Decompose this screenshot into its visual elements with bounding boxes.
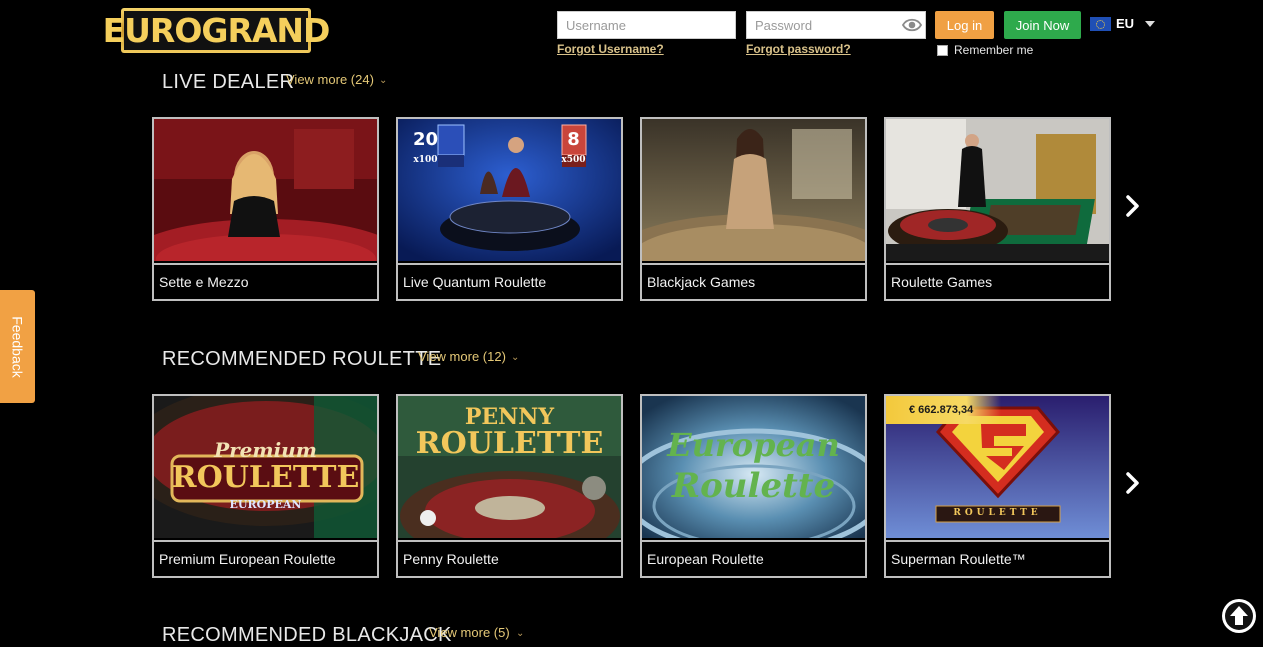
remember-me-checkbox[interactable] [937, 44, 948, 56]
game-thumbnail: Premium ROULETTE EUROPEAN [154, 396, 377, 538]
chevron-down-icon[interactable]: ⌄ [511, 352, 519, 363]
game-card-blackjack-games[interactable]: Blackjack Games [640, 117, 867, 301]
game-card-roulette-games[interactable]: Roulette Games [884, 117, 1111, 301]
eye-icon[interactable] [902, 16, 922, 34]
caret-down-icon [1145, 20, 1156, 27]
section-title-recommended-roulette: RECOMMENDED ROULETTE [162, 348, 442, 370]
game-name: Sette e Mezzo [154, 263, 377, 299]
logo-text: EUROGRAND [102, 11, 330, 50]
join-now-button[interactable]: Join Now [1004, 11, 1081, 39]
art-text: Premium [214, 438, 317, 462]
forgot-password-link[interactable]: Forgot password? [746, 42, 851, 56]
login-button[interactable]: Log in [935, 11, 994, 39]
eurogrand-logo[interactable]: EUROGRAND [102, 8, 330, 53]
game-name: Superman Roulette™ [886, 540, 1109, 576]
art-text: x500 [561, 155, 586, 165]
chevron-right-icon[interactable] [1123, 193, 1143, 219]
feedback-label: Feedback [9, 315, 26, 378]
game-thumbnail: European Roulette [642, 396, 865, 538]
game-thumbnail: 20 x100 8 x500 [398, 119, 621, 261]
game-thumbnail: PENNY ROULETTE [398, 396, 621, 538]
remember-me[interactable]: Remember me [937, 43, 1033, 57]
eu-flag-icon [1090, 16, 1111, 31]
view-more-live-dealer[interactable]: View more (24) [286, 72, 374, 87]
game-card-live-quantum-roulette[interactable]: 20 x100 8 x500 Live Quantum Roulette [396, 117, 623, 301]
view-more-recommended-roulette[interactable]: View more (12) [418, 349, 506, 364]
game-thumbnail [642, 119, 865, 261]
chevron-right-icon[interactable] [1123, 470, 1143, 496]
arrow-up-circle-icon[interactable] [1221, 598, 1257, 634]
game-thumbnail [154, 119, 377, 261]
region-selector[interactable]: EU [1090, 16, 1156, 31]
art-text: 8 [567, 129, 580, 150]
game-card-superman-roulette[interactable]: ROULETTE € 662.873,34 Superman Roulette™ [884, 394, 1111, 578]
art-text: ROULETTE [171, 460, 360, 495]
art-text: Roulette [671, 466, 836, 506]
game-name: Live Quantum Roulette [398, 263, 621, 299]
region-label: EU [1116, 16, 1135, 31]
art-text: ROULETTE [953, 508, 1042, 518]
username-input[interactable] [557, 11, 736, 39]
section-title-recommended-blackjack: RECOMMENDED BLACKJACK [162, 624, 452, 646]
game-thumbnail [886, 119, 1109, 261]
game-name: Roulette Games [886, 263, 1109, 299]
view-more-recommended-blackjack[interactable]: View more (5) [429, 625, 510, 640]
art-text: ROULETTE [415, 426, 604, 461]
game-card-sette-e-mezzo[interactable]: Sette e Mezzo [152, 117, 379, 301]
art-text: European [667, 426, 840, 464]
game-name: European Roulette [642, 540, 865, 576]
jackpot-badge: € 662.873,34 [886, 396, 1001, 424]
game-card-european-roulette[interactable]: European Roulette European Roulette [640, 394, 867, 578]
game-name: Premium European Roulette [154, 540, 377, 576]
feedback-tab[interactable]: Feedback [0, 290, 35, 403]
game-card-premium-european-roulette[interactable]: Premium ROULETTE EUROPEAN Premium Europe… [152, 394, 379, 578]
game-card-penny-roulette[interactable]: PENNY ROULETTE Penny Roulette [396, 394, 623, 578]
section-title-live-dealer: LIVE DEALER [162, 71, 295, 93]
password-input[interactable] [746, 11, 926, 39]
chevron-down-icon[interactable]: ⌄ [379, 75, 387, 86]
art-text: EUROPEAN [229, 498, 302, 511]
game-thumbnail: ROULETTE € 662.873,34 [886, 396, 1109, 538]
remember-me-label: Remember me [954, 43, 1034, 57]
game-name: Blackjack Games [642, 263, 865, 299]
game-name: Penny Roulette [398, 540, 621, 576]
chevron-down-icon[interactable]: ⌄ [516, 628, 524, 639]
forgot-username-link[interactable]: Forgot Username? [557, 42, 664, 56]
